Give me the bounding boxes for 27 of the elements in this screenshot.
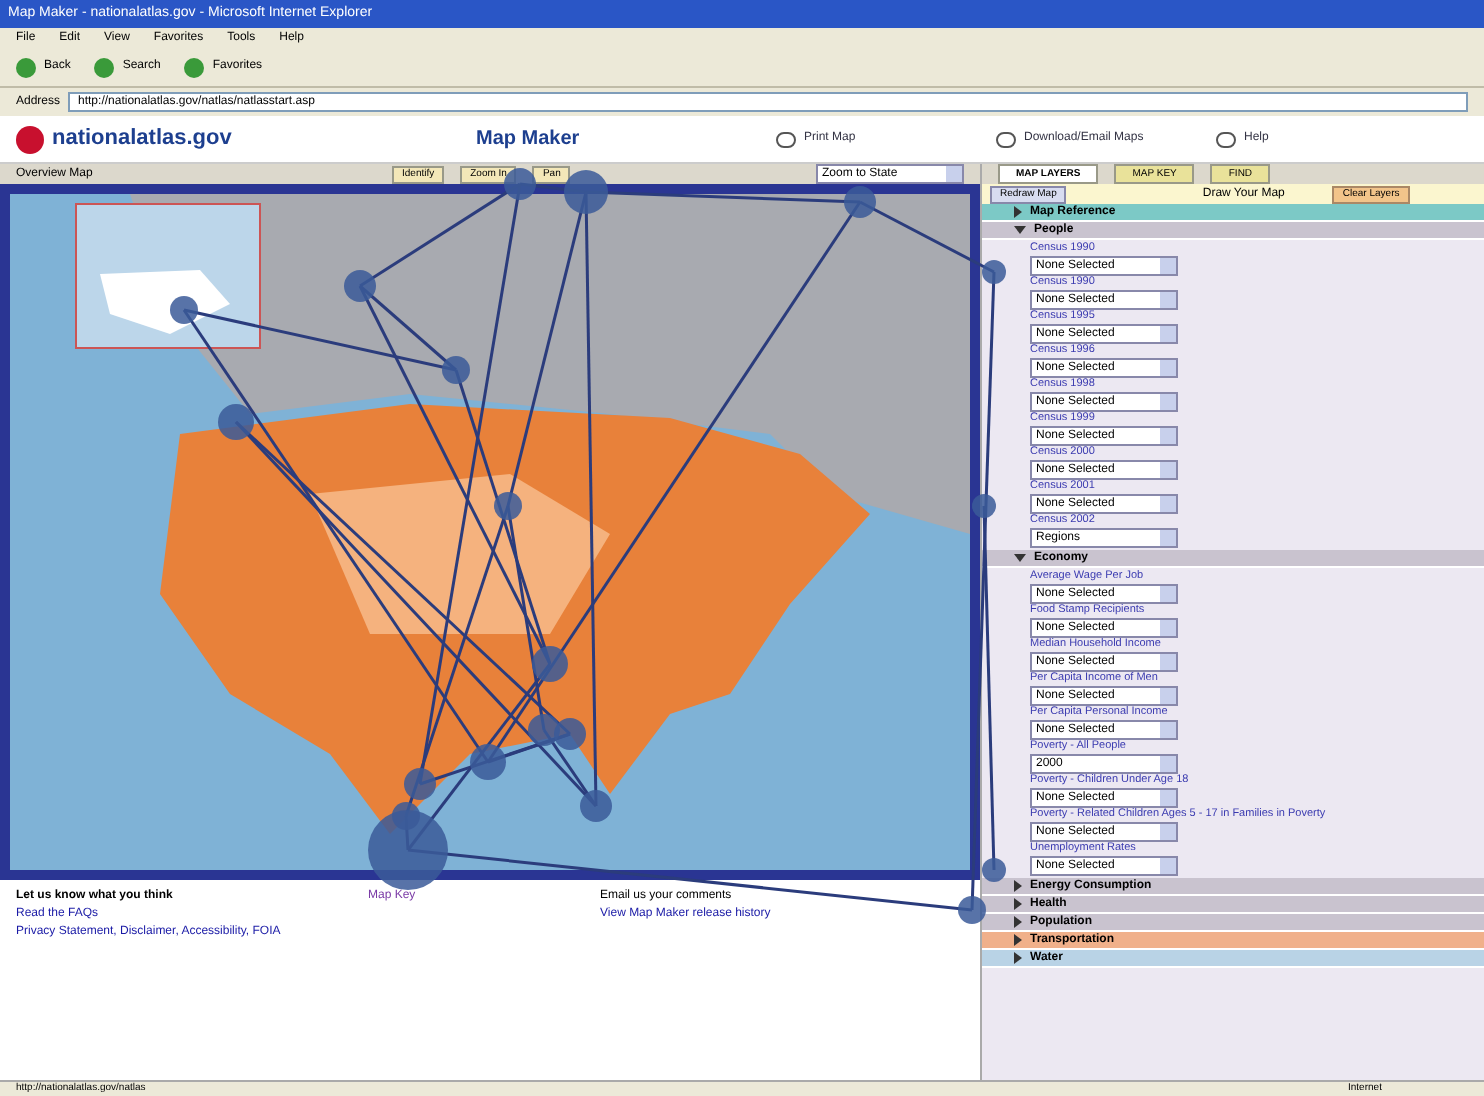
logo-icon: [16, 125, 44, 153]
network-node: [554, 718, 586, 750]
network-node: [442, 356, 470, 384]
network-node: [494, 492, 522, 520]
network-node: [532, 646, 568, 682]
network-node: [564, 170, 608, 214]
network-node: [170, 296, 198, 324]
network-node: [504, 168, 536, 200]
site-logo[interactable]: nationalatlas.gov: [52, 122, 232, 156]
network-node: [844, 186, 876, 218]
network-node: [972, 494, 996, 518]
network-node: [580, 790, 612, 822]
network-node: [958, 896, 986, 924]
network-node: [404, 768, 436, 800]
network-node: [982, 260, 1006, 284]
network-node: [528, 714, 560, 746]
network-node: [470, 744, 506, 780]
toolbar-icon: [16, 57, 36, 77]
link-icon: [1216, 131, 1236, 147]
network-node: [218, 404, 254, 440]
network-node: [982, 858, 1006, 882]
network-node: [344, 270, 376, 302]
link-icon: [996, 131, 1016, 147]
toolbar-icon: [94, 57, 115, 77]
link-icon: [776, 131, 796, 147]
page-title: Map Maker: [476, 126, 582, 154]
toolbar-icon: [184, 57, 205, 77]
